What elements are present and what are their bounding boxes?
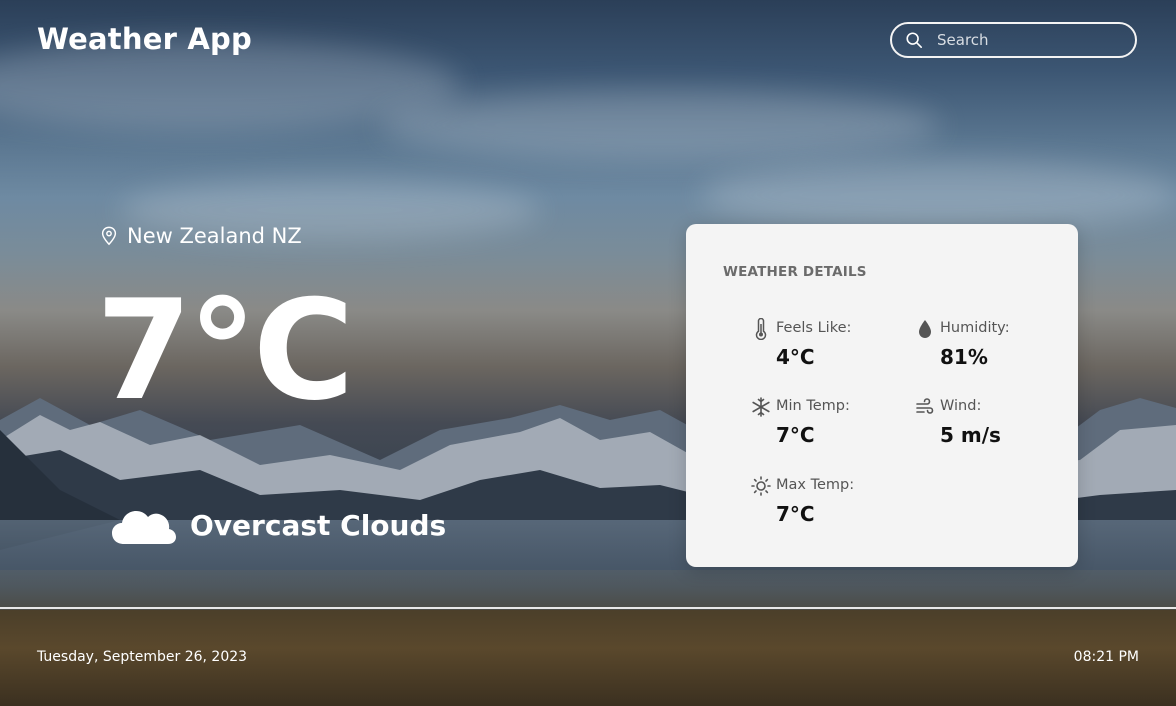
footer-time: 08:21 PM: [1073, 649, 1139, 665]
sun-icon: [751, 476, 771, 496]
weather-app: Weather App New Zealand NZ 7°C Overcast …: [0, 0, 1176, 706]
detail-value: 7°C: [776, 423, 815, 447]
location-name: New Zealand NZ: [127, 224, 302, 248]
weather-condition: Overcast Clouds: [110, 502, 446, 548]
background-cloud-wisp: [380, 90, 940, 160]
detail-label: Min Temp:: [776, 398, 850, 414]
detail-label: Wind:: [940, 398, 982, 414]
location: New Zealand NZ: [100, 224, 302, 248]
detail-label: Humidity:: [940, 320, 1010, 336]
droplet-icon: [919, 320, 931, 338]
detail-label: Max Temp:: [776, 477, 855, 493]
app-title: Weather App: [37, 22, 252, 56]
snowflake-icon: [752, 397, 770, 417]
search-box[interactable]: [890, 22, 1137, 58]
detail-value: 5 m/s: [940, 423, 1001, 447]
footer-date: Tuesday, September 26, 2023: [37, 649, 248, 665]
wind-icon: [916, 398, 934, 414]
condition-text: Overcast Clouds: [190, 508, 447, 542]
detail-value: 81%: [940, 345, 988, 369]
thermometer-icon: [755, 318, 767, 340]
current-temperature: 7°C: [96, 270, 354, 431]
search-input[interactable]: [935, 30, 1119, 50]
weather-details-card: WEATHER DETAILS Feels Like: 4°C Humidity…: [686, 224, 1078, 567]
detail-value: 7°C: [776, 502, 815, 526]
search-icon: [906, 32, 923, 49]
location-pin-icon: [101, 226, 117, 246]
background-cloud-wisp: [700, 160, 1176, 230]
footer-divider: [0, 607, 1176, 609]
details-heading: WEATHER DETAILS: [723, 264, 867, 280]
cloud-icon: [112, 511, 176, 544]
detail-value: 4°C: [776, 345, 815, 369]
detail-label: Feels Like:: [776, 320, 852, 336]
